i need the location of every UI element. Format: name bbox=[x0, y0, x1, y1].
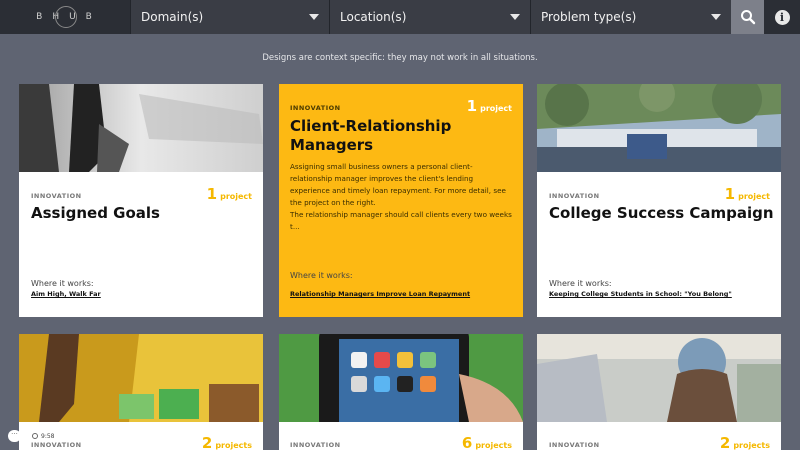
project-count-word: projects bbox=[733, 441, 770, 450]
project-count-word: projects bbox=[215, 441, 252, 450]
category-label: INNOVATION bbox=[31, 441, 82, 449]
category-label: INNOVATION bbox=[549, 441, 600, 449]
project-count-word: project bbox=[220, 192, 252, 201]
project-count: 6 projects bbox=[462, 433, 512, 450]
playback-widget: ··· 9:58 bbox=[8, 430, 60, 442]
problem-type-filter-label: Problem type(s) bbox=[541, 10, 637, 24]
innovation-card[interactable]: INNOVATION 6 projects bbox=[279, 334, 523, 450]
problem-type-filter-dropdown[interactable]: Problem type(s) bbox=[530, 0, 731, 34]
project-count: 1 project bbox=[207, 184, 252, 203]
innovation-card[interactable]: INNOVATION 1 project Assigned Goals Where… bbox=[19, 84, 263, 317]
time-pill[interactable]: 9:58 bbox=[27, 430, 60, 442]
project-link[interactable]: Keeping College Students in School: "You… bbox=[549, 290, 732, 298]
project-count-word: project bbox=[738, 192, 770, 201]
card-image bbox=[19, 334, 263, 422]
project-count-word: projects bbox=[475, 441, 512, 450]
domain-filter-dropdown[interactable]: Domain(s) bbox=[130, 0, 329, 34]
project-count: 1 project bbox=[467, 96, 512, 115]
where-it-works-label: Where it works: bbox=[549, 279, 612, 288]
chevron-down-icon bbox=[711, 14, 721, 20]
card-image bbox=[279, 334, 523, 422]
location-filter-dropdown[interactable]: Location(s) bbox=[329, 0, 530, 34]
time-label: 9:58 bbox=[41, 432, 55, 440]
where-it-works-label: Where it works: bbox=[290, 271, 353, 280]
project-count-number: 1 bbox=[206, 185, 218, 203]
project-count-number: 1 bbox=[724, 185, 736, 203]
card-description-paragraph: Assigning small business owners a person… bbox=[290, 162, 506, 207]
project-count-word: project bbox=[480, 104, 512, 113]
project-count-number: 1 bbox=[466, 97, 478, 115]
innovation-card[interactable]: INNOVATION 2 projects bbox=[537, 334, 781, 450]
category-label: INNOVATION bbox=[31, 192, 82, 200]
category-label: INNOVATION bbox=[290, 441, 341, 449]
innovation-card-featured[interactable]: INNOVATION 1 project Client-Relationship … bbox=[279, 84, 523, 317]
card-image bbox=[537, 334, 781, 422]
card-image bbox=[19, 84, 263, 172]
card-title: College Success Campaign bbox=[549, 204, 774, 222]
chevron-down-icon bbox=[510, 14, 520, 20]
project-count-number: 2 bbox=[719, 434, 731, 450]
card-title: Client-Relationship Managers bbox=[290, 117, 452, 154]
search-icon bbox=[740, 10, 755, 25]
info-icon: i bbox=[774, 9, 790, 25]
project-count: 2 projects bbox=[202, 433, 252, 450]
info-button[interactable]: i bbox=[764, 0, 800, 34]
location-filter-label: Location(s) bbox=[340, 10, 407, 24]
category-label: INNOVATION bbox=[549, 192, 600, 200]
project-link[interactable]: Aim High, Walk Far bbox=[31, 290, 101, 298]
project-count-number: 2 bbox=[201, 434, 213, 450]
category-label: INNOVATION bbox=[290, 104, 341, 112]
innovation-card[interactable]: INNOVATION 1 project College Success Camp… bbox=[537, 84, 781, 317]
card-image bbox=[537, 84, 781, 172]
card-description-paragraph: The relationship manager should call cli… bbox=[290, 210, 512, 231]
chevron-down-icon bbox=[309, 14, 319, 20]
more-menu-button[interactable]: ··· bbox=[8, 430, 21, 442]
top-bar: BHUB Domain(s) Location(s) Problem type(… bbox=[0, 0, 800, 34]
card-title: Assigned Goals bbox=[31, 204, 160, 222]
domain-filter-label: Domain(s) bbox=[141, 10, 204, 24]
project-link[interactable]: Relationship Managers Improve Loan Repay… bbox=[290, 290, 470, 298]
project-count-number: 6 bbox=[461, 434, 473, 450]
clock-icon bbox=[32, 433, 38, 439]
card-description: Assigning small business owners a person… bbox=[290, 161, 512, 233]
search-button[interactable] bbox=[731, 0, 764, 34]
disclaimer-text: Designs are context specific: they may n… bbox=[262, 53, 538, 63]
where-it-works-label: Where it works: bbox=[31, 279, 94, 288]
logo-ring-icon bbox=[55, 6, 77, 28]
project-count: 2 projects bbox=[720, 433, 770, 450]
logo[interactable]: BHUB bbox=[0, 0, 130, 34]
project-count: 1 project bbox=[725, 184, 770, 203]
